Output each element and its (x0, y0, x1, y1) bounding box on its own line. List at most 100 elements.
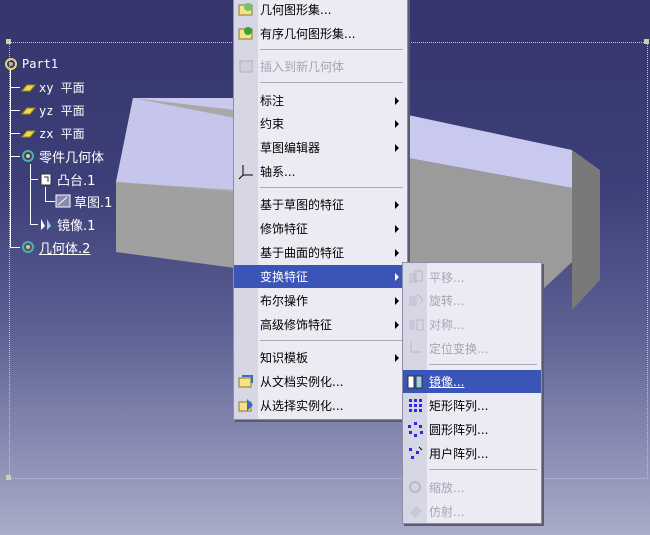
menu-label: 有序几何图形集... (260, 27, 356, 41)
user-pattern-icon (407, 445, 424, 462)
menu-label: 修饰特征 (260, 222, 309, 236)
menu-label: 约束 (260, 117, 285, 131)
menu-item-ordered-geometrical-set[interactable]: 有序几何图形集... (234, 22, 407, 45)
tree-node-pad[interactable]: 凸台.1 (38, 170, 96, 189)
symmetry-icon (407, 316, 424, 333)
menu-item-geometrical-set[interactable]: 几何图形集... (234, 0, 407, 21)
tree-line (10, 156, 20, 157)
menu-separator (260, 187, 403, 188)
submenu-arrow-icon (395, 273, 399, 281)
affinity-icon (407, 503, 424, 520)
menu-item-surface-based-features[interactable]: 基于曲面的特征 (234, 241, 407, 264)
menu-label: 高级修饰特征 (260, 318, 333, 332)
menu-item-axis-to-axis[interactable]: 定位变换... (403, 337, 541, 360)
menu-label: 对称... (429, 318, 465, 332)
tree-node-zx-plane[interactable]: zx 平面 (20, 124, 85, 142)
menu-item-axis-system[interactable]: 轴系... (234, 160, 407, 183)
3d-viewport[interactable]: Part1 xy 平面 yz 平面 zx 平面 零件几何体 凸台.1 草图.1 (0, 0, 650, 535)
menu-label: 圆形阵列... (429, 423, 489, 437)
menu-label: 平移... (429, 271, 465, 285)
menu-label: 变换特征 (260, 270, 309, 284)
menu-item-constraints[interactable]: 约束 (234, 112, 407, 135)
menu-item-transformation-features[interactable]: 变换特征 (234, 265, 407, 288)
body-icon (20, 239, 36, 255)
menu-item-user-pattern[interactable]: 用户阵列... (403, 442, 541, 465)
menu-label: 从文档实例化... (260, 375, 344, 389)
tree-label-pad: 凸台.1 (57, 173, 96, 189)
menu-label: 仿射... (429, 505, 465, 519)
menu-item-advanced-dress-up[interactable]: 高级修饰特征 (234, 313, 407, 336)
menu-item-boolean-operations[interactable]: 布尔操作 (234, 289, 407, 312)
plane-icon (20, 79, 37, 95)
tree-label-part-body: 零件几何体 (39, 150, 105, 166)
menu-item-scaling[interactable]: 缩放... (403, 476, 541, 499)
submenu-arrow-icon (395, 144, 399, 152)
menu-item-rotation[interactable]: 旋转... (403, 289, 541, 312)
menu-item-annotations[interactable]: 标注 (234, 89, 407, 112)
menu-item-sketch-based-features[interactable]: 基于草图的特征 (234, 193, 407, 216)
submenu-arrow-icon (395, 225, 399, 233)
tree-label-yz-plane: yz 平面 (39, 103, 85, 118)
frame-handle[interactable] (6, 39, 11, 44)
tree-node-xy-plane[interactable]: xy 平面 (20, 78, 85, 96)
ordered-geometrical-set-icon (238, 25, 255, 42)
tree-node-body-2[interactable]: 几何体.2 (20, 238, 91, 257)
menu-separator (260, 82, 403, 83)
tree-label-body-2: 几何体.2 (39, 241, 91, 257)
menu-label: 布尔操作 (260, 294, 309, 308)
menu-label: 从选择实例化... (260, 399, 344, 413)
plane-icon (20, 125, 37, 141)
tree-node-part[interactable]: Part1 (3, 55, 58, 73)
instantiate-from-document-icon (238, 373, 255, 390)
menu-item-rectangular-pattern[interactable]: 矩形阵列... (403, 394, 541, 417)
plane-icon (20, 102, 37, 118)
menu-label: 矩形阵列... (429, 399, 489, 413)
specification-tree: Part1 xy 平面 yz 平面 zx 平面 零件几何体 凸台.1 草图.1 (0, 52, 130, 262)
tree-node-sketch[interactable]: 草图.1 (55, 192, 112, 211)
menu-separator (260, 49, 403, 50)
sketch-icon (55, 193, 71, 209)
mirror-icon (38, 216, 54, 232)
menu-label: 缩放... (429, 481, 465, 495)
tree-line (30, 179, 38, 180)
mirror-icon (407, 373, 424, 390)
menu-item-instantiate-from-document[interactable]: 从文档实例化... (234, 370, 407, 393)
menu-item-insert-in-new-body[interactable]: 插入到新几何体 (234, 55, 407, 78)
circular-pattern-icon (407, 421, 424, 438)
menu-label: 几何图形集... (260, 3, 332, 17)
menu-item-symmetry[interactable]: 对称... (403, 313, 541, 336)
menu-label: 定位变换... (429, 342, 489, 356)
menu-separator (429, 469, 537, 470)
tree-line (30, 164, 31, 224)
tree-label-zx-plane: zx 平面 (39, 126, 85, 141)
tree-node-yz-plane[interactable]: yz 平面 (20, 101, 85, 119)
axis-system-icon (238, 163, 255, 180)
menu-label: 镜像... (429, 375, 465, 389)
menu-label: 草图编辑器 (260, 141, 321, 155)
tree-node-mirror[interactable]: 镜像.1 (38, 215, 95, 234)
menu-item-translation[interactable]: 平移... (403, 266, 541, 289)
submenu-arrow-icon (395, 321, 399, 329)
translation-icon (407, 269, 424, 286)
menu-label: 轴系... (260, 165, 296, 179)
rectangular-pattern-icon (407, 397, 424, 414)
tree-line (30, 224, 38, 225)
tree-node-part-body[interactable]: 零件几何体 (20, 147, 105, 166)
tree-label-part: Part1 (22, 57, 59, 71)
menu-item-knowledge-templates[interactable]: 知识模板 (234, 346, 407, 369)
menu-item-sketcher[interactable]: 草图编辑器 (234, 136, 407, 159)
menu-item-instantiate-from-selection[interactable]: 从选择实例化... (234, 394, 407, 417)
frame-handle[interactable] (6, 475, 11, 480)
submenu-arrow-icon (395, 249, 399, 257)
menu-item-dress-up-features[interactable]: 修饰特征 (234, 217, 407, 240)
frame-handle[interactable] (644, 39, 649, 44)
geometrical-set-icon (238, 1, 255, 18)
instantiate-from-selection-icon (238, 397, 255, 414)
menu-item-affinity[interactable]: 仿射... (403, 500, 541, 523)
tree-line (45, 201, 55, 202)
menu-label: 基于草图的特征 (260, 198, 345, 212)
menu-item-circular-pattern[interactable]: 圆形阵列... (403, 418, 541, 441)
submenu-arrow-icon (395, 97, 399, 105)
menu-item-mirror[interactable]: 镜像... (403, 370, 541, 393)
tree-line (10, 247, 20, 248)
